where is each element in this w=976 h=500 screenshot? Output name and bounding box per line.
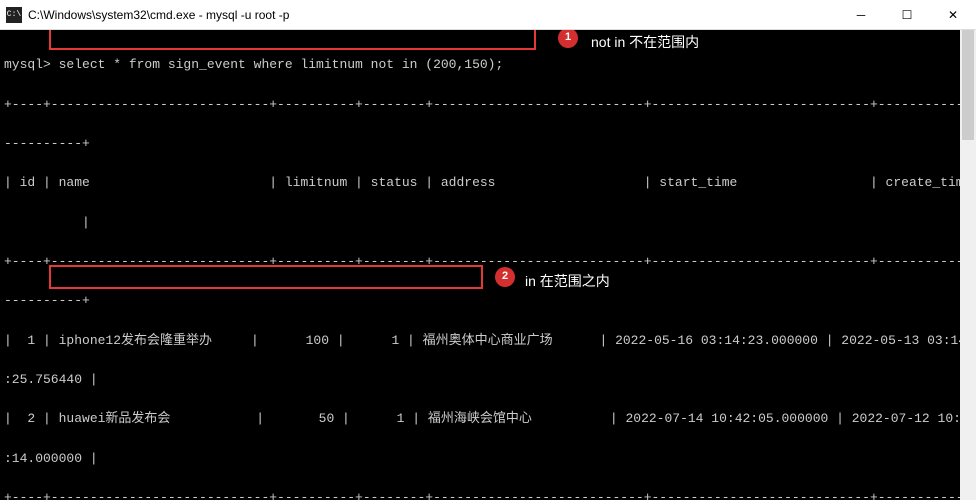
close-button[interactable]: ✕ (930, 0, 976, 29)
cmd-icon: C:\ (6, 7, 22, 23)
term-line: | 1 | iphone12发布会隆重举办 | 100 | 1 | 福州奥体中心… (4, 333, 972, 349)
term-line: :14.000000 | (4, 451, 972, 467)
window-title: C:\Windows\system32\cmd.exe - mysql -u r… (28, 8, 838, 22)
terminal-output[interactable]: mysql> select * from sign_event where li… (0, 30, 976, 500)
term-line: +----+----------------------------+-----… (4, 254, 972, 270)
term-line: +----+----------------------------+-----… (4, 97, 972, 113)
annotation-text-1: not in 不在范围内 (591, 30, 699, 55)
minimize-button[interactable]: ─ (838, 0, 884, 29)
annotation-badge-1: 1 (558, 30, 578, 48)
term-line: mysql> select * from sign_event where li… (4, 57, 972, 73)
term-line: +----+----------------------------+-----… (4, 490, 972, 500)
annotation-text-2: in 在范围之内 (525, 269, 610, 294)
term-line: | id | name | limitnum | status | addres… (4, 175, 972, 191)
term-line: :25.756440 | (4, 372, 972, 388)
term-line: | 2 | huawei新品发布会 | 50 | 1 | 福州海峡会馆中心 | … (4, 411, 972, 427)
scroll-thumb[interactable] (962, 30, 974, 140)
annotation-box-1 (49, 30, 536, 50)
term-line: ----------+ (4, 136, 972, 152)
vertical-scrollbar[interactable] (960, 30, 976, 500)
window-controls: ─ ☐ ✕ (838, 0, 976, 29)
maximize-button[interactable]: ☐ (884, 0, 930, 29)
annotation-badge-2: 2 (495, 267, 515, 287)
term-line: ----------+ (4, 293, 972, 309)
term-line: | (4, 215, 972, 231)
window-titlebar: C:\ C:\Windows\system32\cmd.exe - mysql … (0, 0, 976, 30)
